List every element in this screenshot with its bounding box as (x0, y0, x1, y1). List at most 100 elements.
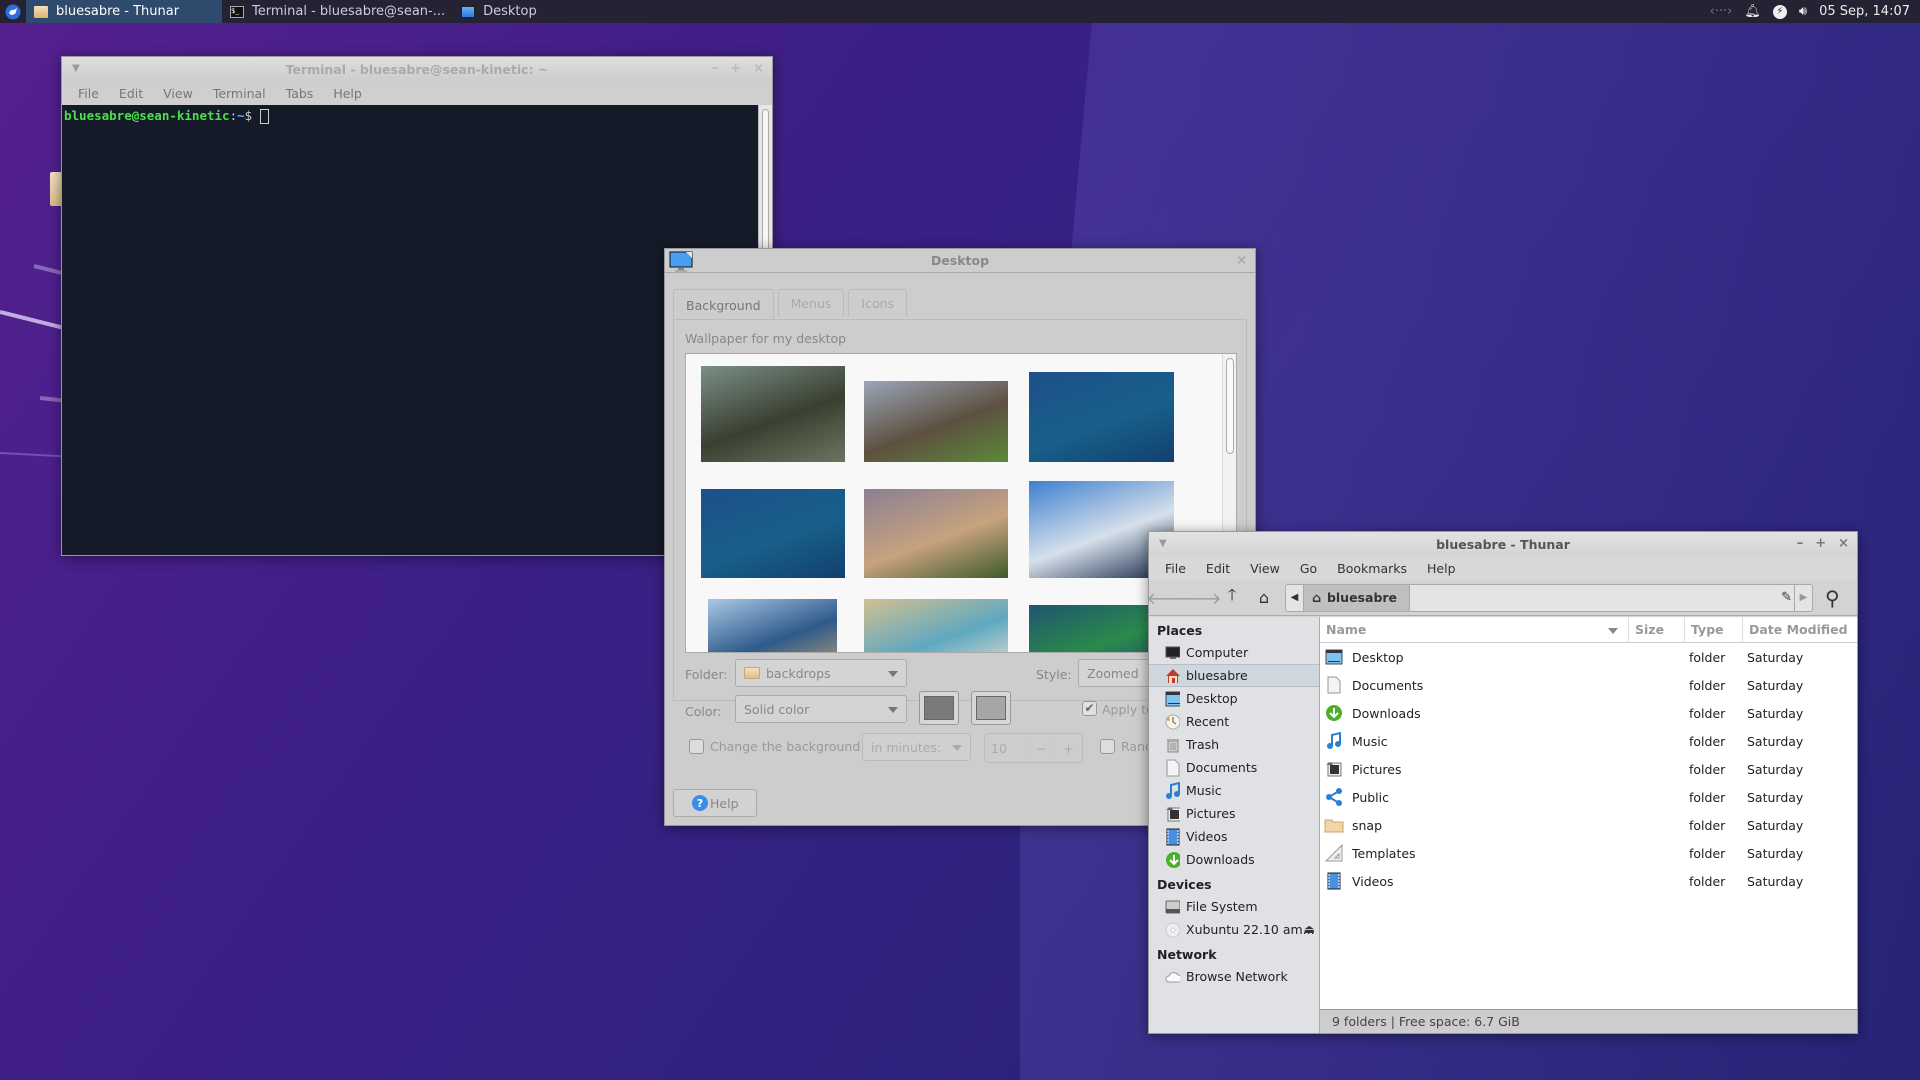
sidebar-item-browse-network[interactable]: Browse Network (1149, 965, 1319, 988)
color-combo[interactable]: Solid color (735, 695, 907, 723)
sidebar-item-downloads[interactable]: Downloads (1149, 848, 1319, 871)
clock[interactable]: 05 Sep, 14:07 (1819, 4, 1910, 19)
close-icon[interactable]: × (1236, 253, 1247, 268)
window-titlebar[interactable]: Desktop × (665, 249, 1255, 273)
interval-unit-combo[interactable]: in minutes: (862, 733, 971, 761)
taskbar-item-terminal[interactable]: $_ Terminal - bluesabre@sean-... (222, 0, 453, 23)
menu-file[interactable]: File (1155, 561, 1196, 576)
maximize-icon[interactable]: + (730, 61, 741, 76)
search-icon[interactable]: ⚲ (1825, 586, 1840, 610)
whisker-menu-button[interactable] (0, 0, 26, 23)
menu-edit[interactable]: Edit (1196, 561, 1240, 576)
menu-go[interactable]: Go (1290, 561, 1327, 576)
path-scroll-left-icon[interactable]: ◀ (1286, 584, 1304, 611)
scrollbar-thumb[interactable] (1226, 358, 1234, 454)
menu-help[interactable]: Help (323, 86, 372, 101)
file-row[interactable]: Pictures folder Saturday (1320, 755, 1857, 783)
taskbar-item-desktop[interactable]: Desktop (453, 0, 545, 23)
power-icon[interactable]: ⚡︎ (1772, 4, 1787, 19)
menu-tabs[interactable]: Tabs (276, 86, 324, 101)
tab-bar: Background Menus Icons (673, 289, 908, 320)
file-row[interactable]: Public folder Saturday (1320, 783, 1857, 811)
wallpaper-thumbnail[interactable] (863, 380, 1009, 462)
column-size[interactable]: Size (1629, 617, 1685, 642)
menu-file[interactable]: File (68, 86, 109, 101)
minimize-icon[interactable]: – (1797, 536, 1804, 551)
home-icon[interactable]: ⌂ (1253, 587, 1275, 609)
sidebar-item-videos[interactable]: Videos (1149, 825, 1319, 848)
breadcrumb-home[interactable]: ⌂ bluesabre (1304, 584, 1411, 611)
menu-terminal[interactable]: Terminal (203, 86, 276, 101)
interval-spinner[interactable]: 10 − + (984, 733, 1083, 763)
decrement-button[interactable]: − (1028, 734, 1055, 762)
taskbar-item-thunar[interactable]: bluesabre - Thunar (26, 0, 222, 23)
sidebar-item-pictures[interactable]: Pictures (1149, 802, 1319, 825)
up-arrow-icon[interactable]: 🡑 (1221, 585, 1243, 609)
file-row[interactable]: snap folder Saturday (1320, 811, 1857, 839)
wallpaper-thumbnail[interactable] (708, 599, 837, 652)
file-name: Videos (1352, 873, 1394, 889)
wallpaper-thumbnail[interactable] (700, 366, 846, 462)
sidebar-item-xubuntu-22-10-am[interactable]: Xubuntu 22.10 am... ⏏ (1149, 918, 1319, 941)
bell-icon[interactable]: 🔔︎ (1744, 4, 1761, 19)
file-row[interactable]: Downloads folder Saturday (1320, 699, 1857, 727)
change-background-checkbox[interactable] (689, 739, 704, 754)
tab-background[interactable]: Background (673, 289, 774, 320)
primary-color-button[interactable] (919, 691, 959, 725)
sidebar-item-desktop[interactable]: Desktop (1149, 687, 1319, 710)
column-name[interactable]: Name (1320, 617, 1629, 642)
window-menu-icon[interactable]: ▼ (72, 63, 80, 74)
volume-icon[interactable]: 🔊︎ (1799, 4, 1807, 19)
interval-value[interactable]: 10 (985, 734, 1028, 762)
sidebar-item-trash[interactable]: Trash (1149, 733, 1319, 756)
menu-edit[interactable]: Edit (109, 86, 153, 101)
file-row[interactable]: Templates folder Saturday (1320, 839, 1857, 867)
network-arrows-icon[interactable]: ‹···› (1710, 4, 1733, 19)
file-name: Documents (1352, 677, 1424, 693)
home-icon: ⌂ (1312, 590, 1321, 605)
sidebar-item-documents[interactable]: Documents (1149, 756, 1319, 779)
random-order-checkbox[interactable] (1100, 739, 1115, 754)
wallpaper-thumbnail[interactable] (1029, 372, 1174, 462)
file-row[interactable]: Documents folder Saturday (1320, 671, 1857, 699)
sidebar-item-recent[interactable]: Recent (1149, 710, 1319, 733)
pictures-icon (1165, 806, 1180, 821)
wallpaper-thumbnail[interactable] (863, 488, 1009, 579)
path-scroll-right-icon[interactable]: ▶ (1794, 584, 1812, 611)
window-menu-icon[interactable]: ▼ (1159, 538, 1167, 549)
column-date-modified[interactable]: Date Modified (1743, 617, 1857, 642)
wallpaper-thumbnail[interactable] (863, 599, 1009, 652)
tab-menus[interactable]: Menus (777, 289, 845, 317)
sidebar-item-computer[interactable]: Computer (1149, 641, 1319, 664)
sidebar-item-file-system[interactable]: File System (1149, 895, 1319, 918)
wallpaper-thumbnail[interactable] (700, 488, 846, 579)
tab-icons[interactable]: Icons (848, 289, 908, 317)
minimize-icon[interactable]: – (712, 61, 719, 76)
menu-view[interactable]: View (153, 86, 203, 101)
increment-button[interactable]: + (1055, 734, 1082, 762)
sidebar-item-bluesabre[interactable]: bluesabre (1149, 664, 1319, 687)
maximize-icon[interactable]: + (1815, 536, 1826, 551)
file-row[interactable]: Music folder Saturday (1320, 727, 1857, 755)
window-titlebar[interactable]: ▼ bluesabre - Thunar – + × (1149, 532, 1857, 556)
back-arrow-icon[interactable]: 🡐 (1147, 587, 1190, 609)
apply-checkbox[interactable]: ✔ (1082, 701, 1097, 716)
folder-combo[interactable]: backdrops (735, 659, 907, 687)
menu-view[interactable]: View (1240, 561, 1290, 576)
sidebar-item-music[interactable]: Music (1149, 779, 1319, 802)
menu-bookmarks[interactable]: Bookmarks (1327, 561, 1417, 576)
forward-arrow-icon[interactable]: 🡒 (1179, 587, 1222, 609)
terminal-output[interactable]: bluesabre@sean-kinetic:~$ (62, 105, 758, 555)
column-type[interactable]: Type (1685, 617, 1743, 642)
window-titlebar[interactable]: ▼ Terminal - bluesabre@sean-kinetic: ~ –… (62, 57, 772, 81)
close-icon[interactable]: × (753, 61, 764, 76)
file-row[interactable]: Desktop folder Saturday (1320, 643, 1857, 671)
help-button[interactable]: ? Help (673, 789, 757, 817)
eject-icon[interactable]: ⏏ (1304, 922, 1315, 936)
secondary-color-button[interactable] (971, 691, 1011, 725)
menu-help[interactable]: Help (1417, 561, 1466, 576)
edit-location-pencil-icon[interactable]: ✎ (1781, 590, 1792, 605)
close-icon[interactable]: × (1838, 536, 1849, 551)
file-modified-cell: Saturday (1747, 733, 1804, 749)
file-row[interactable]: Videos folder Saturday (1320, 867, 1857, 895)
